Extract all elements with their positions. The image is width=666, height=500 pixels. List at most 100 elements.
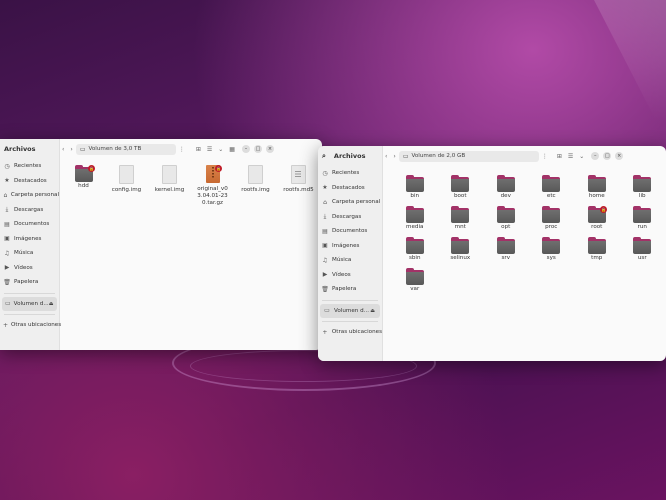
sidebar-item-volumen-d[interactable]: ▭ Volumen d... ⏏ <box>2 296 57 311</box>
sidebar-item-música[interactable]: ♫ Música <box>318 253 382 268</box>
sidebar-item-imágenes[interactable]: ▣ Imágenes <box>318 239 382 254</box>
folder-item[interactable]: 🔒 root <box>574 206 620 231</box>
sidebar-item-documentos[interactable]: ▤ Documentos <box>318 224 382 239</box>
folder-item[interactable]: dev <box>483 175 529 200</box>
sidebar-item-recientes[interactable]: ◷ Recientes <box>0 159 59 174</box>
folder-icon <box>587 175 606 192</box>
forward-icon[interactable]: › <box>70 146 72 153</box>
list-view-icon[interactable]: ☰ <box>568 153 573 160</box>
sidebar-separator <box>4 292 55 294</box>
file-item[interactable]: 🔒 original_v03.04.01-230.tar.gz <box>191 165 234 207</box>
path-label: Volumen de 2,0 GB <box>411 153 466 159</box>
folder-item[interactable]: opt <box>483 206 529 231</box>
item-label: run <box>637 224 647 230</box>
sidebar-item-papelera[interactable]: 🗑 Papelera <box>318 282 382 297</box>
sidebar-item-descargas[interactable]: ⤓ Descargas <box>0 203 59 218</box>
sidebar-item-música[interactable]: ♫ Música <box>0 246 59 261</box>
sidebar-item-label: Carpeta personal <box>332 199 381 206</box>
grid-view-icon[interactable]: ▦ <box>229 146 235 153</box>
file-item[interactable]: config.img <box>105 165 148 207</box>
sidebar-item-papelera[interactable]: 🗑 Papelera <box>0 275 59 290</box>
file-item[interactable]: kernel.img <box>148 165 191 207</box>
path-bar[interactable]: ▭ Volumen de 2,0 GB <box>398 150 539 162</box>
plus-icon: + <box>322 328 328 336</box>
menu-icon[interactable]: ⋮ <box>542 153 548 160</box>
folder-item[interactable]: run <box>620 206 666 231</box>
folder-item[interactable]: bin <box>392 175 438 200</box>
minimize-icon[interactable]: – <box>241 145 250 153</box>
file-item[interactable]: rootfs.md5 <box>277 165 320 207</box>
sidebar-item-carpeta-personal[interactable]: ⌂ Carpeta personal <box>318 195 382 210</box>
image-icon: ▣ <box>4 235 10 243</box>
folder-item[interactable]: etc <box>529 175 575 200</box>
folder-icon <box>633 175 652 192</box>
folder-item[interactable]: tmp <box>574 237 620 262</box>
minimize-icon[interactable]: – <box>591 152 600 160</box>
sidebar-item-descargas[interactable]: ⤓ Descargas <box>318 210 382 225</box>
folder-item[interactable]: lib <box>620 175 666 200</box>
menu-icon[interactable]: ⋮ <box>179 146 185 153</box>
chevron-down-icon[interactable]: ⌄ <box>218 146 223 153</box>
folder-item[interactable]: sbin <box>392 237 438 262</box>
new-folder-icon[interactable]: ⊞ <box>196 146 201 153</box>
back-icon[interactable]: ‹ <box>385 153 387 160</box>
maximize-icon[interactable]: □ <box>253 145 262 153</box>
maximize-icon[interactable]: □ <box>603 152 612 160</box>
sidebar-item-imágenes[interactable]: ▣ Imágenes <box>0 232 59 247</box>
sidebar-item-label: Otras ubicaciones <box>11 322 62 329</box>
folder-icon <box>633 237 652 254</box>
close-icon[interactable]: × <box>615 152 624 160</box>
sidebar-item-recientes[interactable]: ◷ Recientes <box>318 166 382 181</box>
folder-item[interactable]: proc <box>529 206 575 231</box>
file-item[interactable]: rootfs.img <box>234 165 277 207</box>
item-label: kernel.img <box>154 187 185 193</box>
sidebar-item-label: Descargas <box>332 213 362 220</box>
search-icon[interactable]: ⌕ <box>322 152 326 161</box>
app-title: Archivos <box>4 145 36 153</box>
drive-icon: ▭ <box>5 300 11 308</box>
folder-item[interactable]: srv <box>483 237 529 262</box>
folder-item[interactable]: boot <box>438 175 484 200</box>
file-manager-window-left[interactable]: Archivos ◷ Recientes ★ Destacados ⌂ Carpeta p… <box>0 139 322 350</box>
item-label: hdd <box>78 183 89 189</box>
drive-icon: ▭ <box>324 307 330 315</box>
item-label: bin <box>410 193 420 199</box>
header-bar: ‹ › ▭ Volumen de 3,0 TB ⋮ ⊞ ☰ ⌄ ▦ – □ × <box>59 139 322 159</box>
back-icon[interactable]: ‹ <box>62 146 64 153</box>
sidebar-item-destacados[interactable]: ★ Destacados <box>318 181 382 196</box>
sidebar-item-vídeos[interactable]: ▶ Vídeos <box>0 261 59 276</box>
sidebar-item-label: Carpeta personal <box>10 192 59 199</box>
folder-item[interactable]: media <box>392 206 438 231</box>
chevron-down-icon[interactable]: ⌄ <box>579 153 584 160</box>
folder-item[interactable]: mnt <box>438 206 484 231</box>
sidebar-item-label: Papelera <box>14 279 39 286</box>
folder-item[interactable]: 🔒 hdd <box>62 165 105 207</box>
folder-icon <box>496 237 515 254</box>
sidebar-item-destacados[interactable]: ★ Destacados <box>0 174 59 189</box>
sidebar: Archivos ◷ Recientes ★ Destacados ⌂ Carpeta p… <box>0 139 62 350</box>
file-manager-window-right[interactable]: ⌕ Archivos ◷ Recientes ★ Destacados ⌂ Carpeta… <box>318 146 666 361</box>
image-icon: ▣ <box>322 242 328 250</box>
sidebar-item-label: Vídeos <box>14 264 33 271</box>
trash-icon: 🗑 <box>3 278 11 286</box>
folder-item[interactable]: sys <box>529 237 575 262</box>
eject-icon[interactable]: ⏏ <box>49 301 54 307</box>
path-bar[interactable]: ▭ Volumen de 3,0 TB <box>75 143 176 155</box>
new-folder-icon[interactable]: ⊞ <box>557 153 562 160</box>
list-view-icon[interactable]: ☰ <box>207 146 212 153</box>
close-icon[interactable]: × <box>265 145 274 153</box>
sidebar-item-vídeos[interactable]: ▶ Vídeos <box>318 268 382 283</box>
sidebar-item-carpeta-personal[interactable]: ⌂ Carpeta personal <box>0 188 60 203</box>
sidebar-item-otras-ubicaciones[interactable]: + Otras ubicaciones <box>318 325 382 340</box>
sidebar-item-documentos[interactable]: ▤ Documentos <box>0 217 59 232</box>
eject-icon[interactable]: ⏏ <box>370 308 375 314</box>
folder-item[interactable]: home <box>574 175 620 200</box>
folder-item[interactable]: selinux <box>438 237 484 262</box>
sidebar-item-otras-ubicaciones[interactable]: + Otras ubicaciones <box>0 318 62 333</box>
forward-icon[interactable]: › <box>393 153 395 160</box>
folder-item[interactable]: var <box>392 268 438 293</box>
sidebar-item-volumen-d[interactable]: ▭ Volumen d... ⏏ <box>320 303 380 318</box>
item-label: usr <box>637 255 647 261</box>
plus-icon: + <box>3 321 9 329</box>
folder-item[interactable]: usr <box>620 237 666 262</box>
